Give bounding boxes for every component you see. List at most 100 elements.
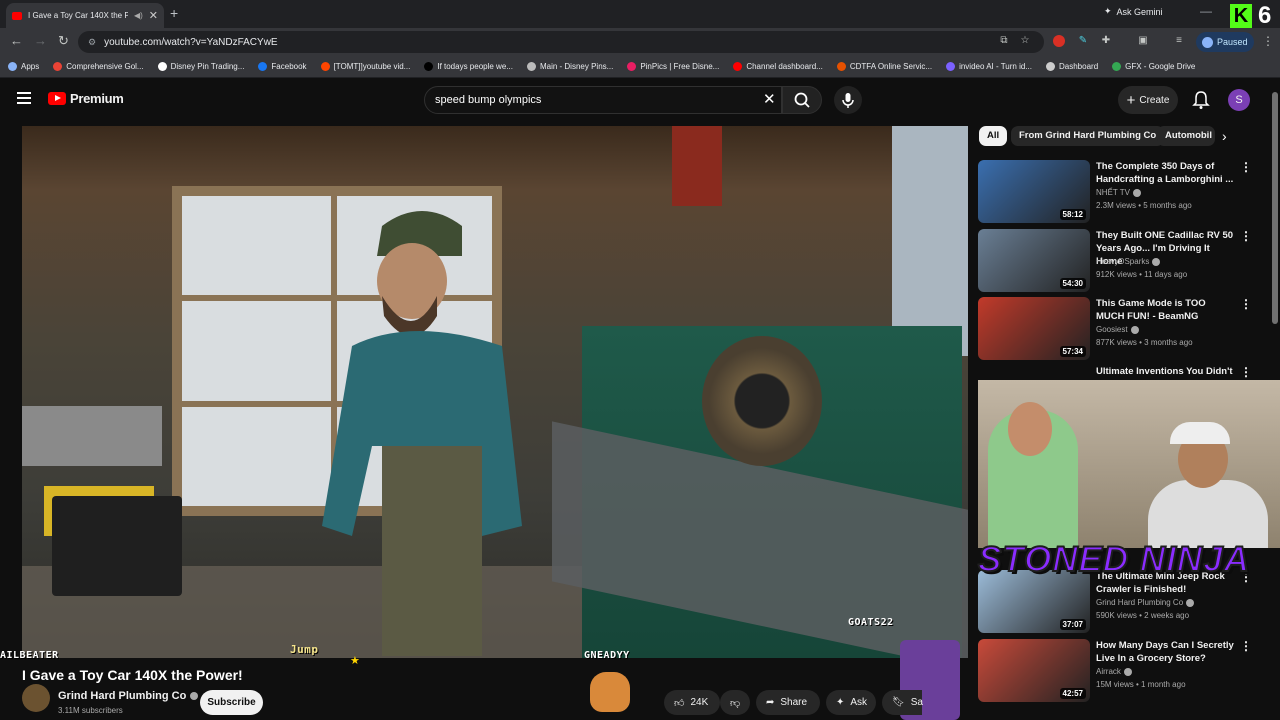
recommendation-item[interactable]: 58:12 The Complete 350 Days of Handcrafti… <box>978 160 1268 226</box>
video-thumbnail[interactable]: 42:57 <box>978 639 1090 702</box>
bookmark-star-icon[interactable]: ☆ <box>1019 35 1031 47</box>
reload-icon[interactable]: ↻ <box>58 33 69 49</box>
forward-icon[interactable]: → <box>34 33 47 48</box>
bookmark-item[interactable]: Facebook <box>258 62 307 71</box>
page-scrollbar[interactable] <box>1272 92 1278 324</box>
like-button[interactable]: 👍︎ 24K <box>664 690 720 715</box>
extension-translate-icon[interactable]: ✎ <box>1077 35 1089 47</box>
recommendation-item[interactable]: 42:57 How Many Days Can I Secretly Live I… <box>978 639 1268 705</box>
bookmark-item[interactable]: Main - Disney Pins... <box>526 62 613 71</box>
bookmark-icon: 🔖︎ <box>892 697 905 708</box>
new-tab-icon[interactable]: + <box>170 5 178 21</box>
account-avatar[interactable]: S <box>1228 89 1250 111</box>
install-app-icon[interactable]: ⧉ <box>998 35 1010 47</box>
video-frame-wall-sign <box>672 126 722 206</box>
bookmark-item[interactable]: invideo AI - Turn id... <box>946 62 1032 71</box>
site-info-icon[interactable]: ⚙ <box>88 37 96 48</box>
bookmark-label: CDTFA Online Servic... <box>849 62 933 71</box>
clear-search-icon[interactable]: ✕ <box>763 90 776 108</box>
video-thumbnail[interactable]: 54:30 <box>978 229 1090 292</box>
more-options-icon[interactable]: ⋮ <box>1240 229 1252 243</box>
video-thumbnail[interactable]: 58:12 <box>978 160 1090 223</box>
overlay-username-mid: GNEADYY <box>584 650 630 661</box>
minimize-icon[interactable]: — <box>1200 4 1212 18</box>
recommendation-title[interactable]: This Game Mode is TOO MUCH FUN! - BeamNG <box>1096 297 1236 323</box>
bookmark-item[interactable]: [TOMT]]youtube vid... <box>320 62 410 71</box>
video-title: I Gave a Toy Car 140X the Power! <box>22 667 243 683</box>
bookmark-item[interactable]: Dashboard <box>1046 62 1098 71</box>
ask-button[interactable]: ✦ Ask <box>826 690 876 715</box>
channel-name: Grind Hard Plumbing Co <box>58 690 187 702</box>
split-view-icon[interactable]: ▣ <box>1137 35 1149 47</box>
bookmark-item[interactable]: Comprehensive Gol... <box>53 62 144 71</box>
plus-icon: + <box>1126 91 1136 109</box>
more-options-icon[interactable]: ⋮ <box>1240 160 1252 174</box>
recommendation-title[interactable]: Ultimate Inventions You Didn't <box>1096 365 1236 378</box>
create-button[interactable]: + Create <box>1118 86 1178 114</box>
save-button[interactable]: 🔖︎ Sa <box>882 690 923 715</box>
chevron-right-icon[interactable]: › <box>1222 128 1227 144</box>
profile-avatar-icon <box>1202 36 1213 48</box>
recommendation-channel[interactable]: HeavyDSparks <box>1096 257 1161 266</box>
ask-gemini-button[interactable]: ✦ Ask Gemini <box>1104 6 1163 17</box>
recommendation-channel[interactable]: Airrack <box>1096 667 1132 676</box>
more-options-icon[interactable]: ⋮ <box>1240 297 1252 311</box>
verified-check-icon <box>1186 598 1195 607</box>
badge-number: 6 <box>1258 2 1272 29</box>
recommendation-channel[interactable]: NHẾT TV <box>1096 188 1141 197</box>
extensions-puzzle-icon[interactable]: ✚ <box>1100 35 1112 47</box>
bookmark-item[interactable]: Channel dashboard... <box>733 62 823 71</box>
channel-avatar[interactable] <box>22 684 50 712</box>
search-button[interactable] <box>782 86 822 114</box>
search-input[interactable]: speed bump olympics <box>424 86 782 114</box>
dislike-button[interactable]: 👎︎ <box>720 690 750 715</box>
recommendation-channel[interactable]: Grind Hard Plumbing Co <box>1096 598 1195 607</box>
bookmark-label: If todays people we... <box>437 62 513 71</box>
more-options-icon[interactable]: ⋮ <box>1240 639 1252 653</box>
recommendation-item[interactable]: 54:30 They Built ONE Cadillac RV 50 Years… <box>978 229 1268 295</box>
recommendation-channel-name: Grind Hard Plumbing Co <box>1096 598 1184 607</box>
recommendation-title[interactable]: The Complete 350 Days of Handcrafting a … <box>1096 160 1236 186</box>
chip-from-channel[interactable]: From Grind Hard Plumbing Co <box>1011 126 1165 146</box>
bookmarks-bar: Apps Comprehensive Gol... Disney Pin Tradi… <box>0 56 1280 78</box>
back-icon[interactable]: ← <box>10 33 23 48</box>
duration-badge: 58:12 <box>1059 209 1086 220</box>
media-controls-icon[interactable]: ≡ <box>1173 35 1185 47</box>
speaker-icon[interactable]: ◀) <box>134 11 143 20</box>
browser-tab[interactable]: I Gave a Toy Car 140X the P ◀) ✕ <box>6 3 164 28</box>
subscribe-button[interactable]: Subscribe <box>200 690 263 715</box>
youtube-premium-logo[interactable]: Premium <box>48 91 124 106</box>
recommendation-meta: 877K views • 3 months ago <box>1096 338 1193 347</box>
chip-automobiles[interactable]: Automobil <box>1157 126 1215 146</box>
streamer-webcam-overlay <box>978 380 1280 548</box>
bookmark-item[interactable]: GFX - Google Drive <box>1112 62 1195 71</box>
video-thumbnail[interactable]: 57:34 <box>978 297 1090 360</box>
duration-badge: 57:34 <box>1059 346 1086 357</box>
recommendation-item[interactable]: 57:34 This Game Mode is TOO MUCH FUN! - B… <box>978 297 1268 363</box>
profile-paused-button[interactable]: Paused <box>1196 32 1254 52</box>
bookmark-item[interactable]: If todays people we... <box>424 62 513 71</box>
extension-red-icon[interactable] <box>1053 35 1065 47</box>
overlay-pet-sprite <box>590 672 630 712</box>
recommendation-meta: 590K views • 2 weeks ago <box>1096 611 1190 620</box>
bookmark-item[interactable]: CDTFA Online Servic... <box>836 62 933 71</box>
bookmark-item[interactable]: PinPics | Free Disne... <box>627 62 719 71</box>
menu-hamburger-icon[interactable] <box>17 92 31 107</box>
bookmark-item[interactable]: Apps <box>8 62 39 71</box>
more-options-icon[interactable]: ⋮ <box>1240 365 1252 379</box>
notifications-bell-icon[interactable] <box>1192 90 1210 115</box>
voice-search-button[interactable] <box>834 86 862 114</box>
bookmark-favicon-icon <box>424 62 434 71</box>
channel-name-link[interactable]: Grind Hard Plumbing Co <box>58 690 199 702</box>
recommendation-title[interactable]: How Many Days Can I Secretly Live In a G… <box>1096 639 1236 665</box>
verified-check-icon <box>1123 667 1132 676</box>
bookmark-favicon-icon <box>8 62 17 71</box>
browser-menu-icon[interactable]: ⋮ <box>1262 34 1274 48</box>
address-bar[interactable]: ⚙ youtube.com/watch?v=YaNDzFACYwE <box>78 31 1044 53</box>
share-button[interactable]: ➦ Share <box>756 690 820 715</box>
chip-all[interactable]: All <box>979 126 1008 146</box>
video-player[interactable] <box>22 126 968 658</box>
bookmark-item[interactable]: Disney Pin Trading... <box>157 62 244 71</box>
recommendation-channel[interactable]: Goosiest <box>1096 325 1139 334</box>
close-tab-icon[interactable]: ✕ <box>149 9 158 22</box>
